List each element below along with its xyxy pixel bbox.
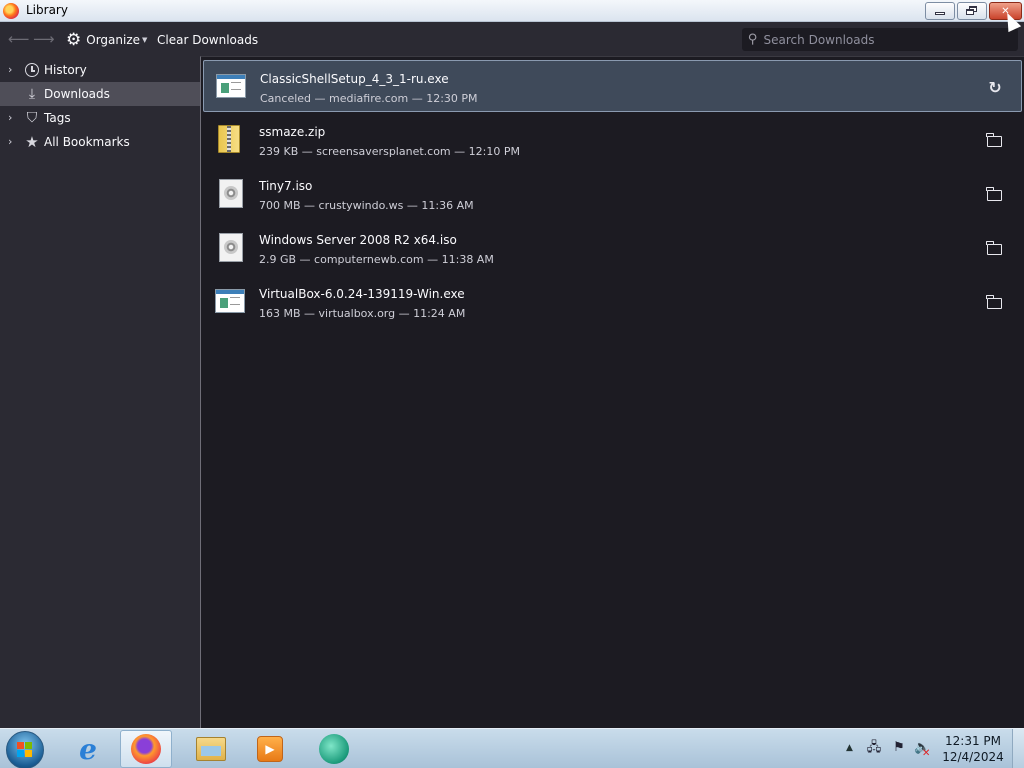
chevron-right-icon[interactable]: › <box>8 111 12 124</box>
download-status: 2.9 GB — computernewb.com — 11:38 AM <box>259 253 494 266</box>
star-icon: ★ <box>25 133 39 151</box>
sidebar-item-label: History <box>44 63 87 77</box>
window-title: Library <box>26 3 68 17</box>
tag-icon: ⛉ <box>26 110 38 126</box>
library-toolbar: ⟵ ⟶ ⚙ Organize ▼ Clear Downloads ⚲ <box>0 22 1024 56</box>
taskbar-app[interactable] <box>308 730 360 768</box>
sidebar-item-label: All Bookmarks <box>44 135 130 149</box>
forward-button[interactable]: ⟶ <box>33 31 55 47</box>
sidebar-item-history[interactable]: › History <box>0 58 200 82</box>
search-icon: ⚲ <box>748 32 758 47</box>
retry-icon[interactable]: ↻ <box>984 77 1006 97</box>
show-desktop-button[interactable] <box>1012 729 1024 768</box>
download-item[interactable]: ClassicShellSetup_4_3_1-ru.exe Canceled … <box>203 60 1022 112</box>
download-filename: Tiny7.iso <box>259 179 313 193</box>
taskbar-internet-explorer[interactable]: e <box>62 730 114 768</box>
organize-button[interactable]: ⚙ Organize ▼ <box>66 30 147 50</box>
exe-file-icon <box>216 72 246 102</box>
sidebar-item-downloads[interactable]: ⤓ Downloads <box>0 82 200 106</box>
sidebar-item-label: Downloads <box>44 87 110 101</box>
download-item[interactable]: ssmaze.zip 239 KB — screensaversplanet.c… <box>203 114 1022 166</box>
iso-file-icon <box>215 233 245 263</box>
media-player-icon: ▶ <box>257 736 283 762</box>
firefox-icon <box>131 734 161 764</box>
download-filename: ssmaze.zip <box>259 125 326 139</box>
download-icon: ⤓ <box>28 86 36 102</box>
search-input[interactable] <box>763 32 994 47</box>
exe-file-icon <box>215 287 245 317</box>
minimize-button[interactable] <box>925 2 955 20</box>
taskbar-file-explorer[interactable] <box>185 730 237 768</box>
library-sidebar: › History ⤓ Downloads › ⛉ Tags › ★ All B… <box>0 56 200 728</box>
chevron-right-icon[interactable]: › <box>8 135 12 148</box>
windows-logo-icon <box>17 742 33 758</box>
download-item[interactable]: VirtualBox-6.0.24-139119-Win.exe 163 MB … <box>203 276 1022 328</box>
show-hidden-icons-button[interactable]: ▲ <box>846 743 853 753</box>
download-status: 163 MB — virtualbox.org — 11:24 AM <box>259 307 466 320</box>
taskbar-firefox[interactable] <box>120 730 172 768</box>
app-icon <box>319 734 349 764</box>
minimize-icon <box>935 11 945 15</box>
folder-icon[interactable] <box>983 184 1005 204</box>
chevron-right-icon[interactable]: › <box>8 63 12 76</box>
zip-file-icon <box>215 125 245 155</box>
firefox-icon <box>3 3 19 19</box>
window-titlebar: Library ✕ <box>0 0 1024 22</box>
start-button[interactable] <box>6 731 44 768</box>
restore-button[interactable] <box>957 2 987 20</box>
download-filename: VirtualBox-6.0.24-139119-Win.exe <box>259 287 465 301</box>
sidebar-item-label: Tags <box>44 111 71 125</box>
iso-file-icon <box>215 179 245 209</box>
back-button[interactable]: ⟵ <box>8 31 30 47</box>
download-status: 700 MB — crustywindo.ws — 11:36 AM <box>259 199 474 212</box>
download-item[interactable]: Tiny7.iso 700 MB — crustywindo.ws — 11:3… <box>203 168 1022 220</box>
downloads-list: ClassicShellSetup_4_3_1-ru.exe Canceled … <box>200 56 1024 728</box>
taskbar: e ▶ ▲ 🖧 ⚑ 🔈 ✕ 12:31 PM 12/4/2024 <box>0 728 1024 768</box>
download-status: Canceled — mediafire.com — 12:30 PM <box>260 92 478 105</box>
action-center-flag-icon[interactable]: ⚑ <box>891 740 907 756</box>
sidebar-item-all-bookmarks[interactable]: › ★ All Bookmarks <box>0 130 200 154</box>
clock-icon <box>24 62 40 78</box>
search-box[interactable]: ⚲ <box>742 28 1018 51</box>
clear-downloads-button[interactable]: Clear Downloads <box>157 33 258 47</box>
folder-icon[interactable] <box>983 238 1005 258</box>
download-filename: Windows Server 2008 R2 x64.iso <box>259 233 457 247</box>
sidebar-item-tags[interactable]: › ⛉ Tags <box>0 106 200 130</box>
clock-time: 12:31 PM <box>945 734 1001 748</box>
download-filename: ClassicShellSetup_4_3_1-ru.exe <box>260 72 449 86</box>
organize-label: Organize <box>86 33 141 47</box>
folder-icon[interactable] <box>983 292 1005 312</box>
taskbar-media-player[interactable]: ▶ <box>244 730 296 768</box>
network-icon[interactable]: 🖧 <box>866 740 882 756</box>
taskbar-clock[interactable]: 12:31 PM 12/4/2024 <box>940 733 1006 765</box>
gear-icon: ⚙ <box>66 30 82 50</box>
restore-icon <box>966 6 978 16</box>
file-explorer-icon <box>196 737 226 761</box>
internet-explorer-icon: e <box>79 732 97 766</box>
download-item[interactable]: Windows Server 2008 R2 x64.iso 2.9 GB — … <box>203 222 1022 274</box>
clock-date: 12/4/2024 <box>942 750 1004 764</box>
volume-muted-icon[interactable]: 🔈 ✕ <box>914 740 930 759</box>
folder-icon[interactable] <box>983 130 1005 150</box>
chevron-down-icon: ▼ <box>142 36 148 44</box>
download-status: 239 KB — screensaversplanet.com — 12:10 … <box>259 145 520 158</box>
